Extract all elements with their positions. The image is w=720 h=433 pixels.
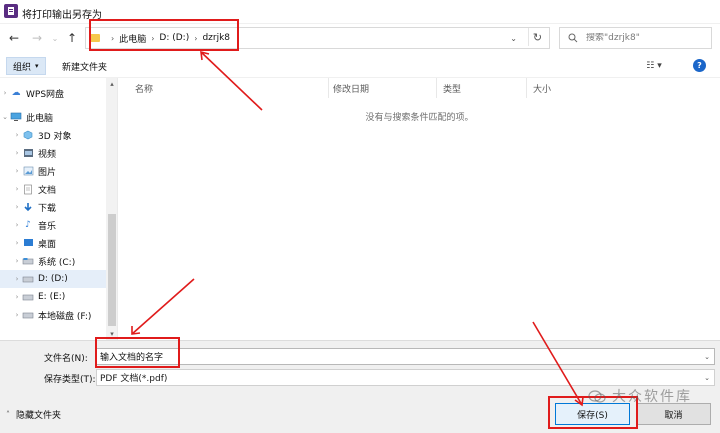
sidebar-item-label: 图片: [38, 167, 57, 178]
recent-locations-button[interactable]: ⌄: [47, 30, 63, 46]
search-box[interactable]: [559, 27, 712, 49]
watermark-logo-icon: [588, 390, 606, 403]
picture-icon: [22, 166, 34, 177]
document-icon: [22, 184, 34, 195]
hide-folders-toggle[interactable]: ˄ 隐藏文件夹: [6, 408, 61, 421]
sidebar-scroll-thumb[interactable]: [108, 214, 116, 326]
sidebar-item-downloads[interactable]: › 下载: [0, 198, 106, 216]
expand-icon[interactable]: ›: [12, 221, 22, 229]
desktop-icon: [22, 238, 34, 249]
sidebar-item-3d-objects[interactable]: › 3D 对象: [0, 126, 106, 144]
sidebar-item-label: D: (D:): [38, 274, 68, 284]
expand-icon[interactable]: ›: [12, 293, 22, 301]
up-button[interactable]: ↑: [64, 30, 80, 46]
refresh-button[interactable]: ↻: [528, 28, 546, 46]
cancel-button[interactable]: 取消: [636, 403, 711, 425]
expand-icon[interactable]: ›: [12, 257, 22, 265]
expand-icon[interactable]: ›: [0, 89, 10, 97]
cube-icon: [22, 130, 34, 141]
sidebar-item-drive-d[interactable]: › D: (D:): [0, 270, 106, 288]
address-history-dropdown-icon[interactable]: ⌄: [510, 34, 517, 43]
command-bar: 组织 ▾ 新建文件夹 ☷ ▾ ?: [0, 54, 720, 78]
sidebar-item-label: 视频: [38, 149, 57, 160]
sidebar-item-label: 音乐: [38, 221, 57, 232]
back-button[interactable]: ←: [6, 30, 22, 46]
drive-icon: [22, 310, 34, 321]
sidebar-item-label: 桌面: [38, 239, 57, 250]
forward-button[interactable]: →: [29, 30, 45, 46]
sidebar-item-wps-cloud[interactable]: › ☁ WPS网盘: [0, 84, 106, 102]
download-icon: [22, 202, 34, 213]
cloud-icon: ☁: [11, 88, 21, 98]
sidebar-item-label: 3D 对象: [38, 131, 72, 142]
sidebar-item-drive-c[interactable]: › 系统 (C:): [0, 252, 106, 270]
chevron-down-icon[interactable]: ⌄: [704, 374, 710, 382]
search-icon: [568, 33, 578, 43]
column-header-size[interactable]: 大小: [527, 78, 617, 98]
column-header-name[interactable]: 名称: [129, 78, 329, 98]
sidebar-item-this-pc[interactable]: ⌄ 此电脑: [0, 108, 106, 126]
expand-icon[interactable]: ›: [12, 185, 22, 193]
organize-button[interactable]: 组织 ▾: [6, 57, 46, 75]
app-icon: [4, 4, 18, 18]
collapse-icon[interactable]: ⌄: [0, 113, 10, 121]
expand-icon[interactable]: ›: [12, 167, 22, 175]
filename-label: 文件名(N):: [44, 354, 88, 364]
sidebar-item-music[interactable]: › ♪ 音乐: [0, 216, 106, 234]
help-button[interactable]: ?: [693, 59, 706, 72]
sidebar-item-documents[interactable]: › 文档: [0, 180, 106, 198]
caret-up-icon: ˄: [6, 410, 10, 419]
drive-icon: [22, 274, 34, 285]
expand-icon[interactable]: ›: [12, 275, 22, 283]
sidebar-item-label: 此电脑: [26, 113, 54, 124]
watermark: 大众软件库: [588, 386, 692, 406]
sidebar-item-drive-f[interactable]: › 本地磁盘 (F:): [0, 306, 106, 324]
expand-icon[interactable]: ›: [12, 239, 22, 247]
empty-folder-message: 没有与搜索条件匹配的项。: [365, 113, 474, 123]
annotation-box-filename: [95, 337, 180, 368]
video-icon: [22, 148, 34, 159]
music-icon: ♪: [25, 220, 31, 230]
chevron-down-icon[interactable]: ⌄: [704, 353, 710, 361]
navigation-pane: › ☁ WPS网盘 ⌄ 此电脑 › 3D 对象 › 视频 › 图片 › 文档 ›…: [0, 78, 118, 340]
search-input[interactable]: [586, 33, 696, 43]
sidebar-item-label: E: (E:): [38, 292, 66, 302]
scroll-up-icon[interactable]: ▴: [106, 78, 117, 90]
filetype-label: 保存类型(T):: [44, 375, 96, 385]
drive-icon: [22, 292, 34, 303]
watermark-text: 大众软件库: [612, 389, 692, 405]
change-view-button[interactable]: ☷ ▾: [640, 59, 668, 73]
filetype-value: PDF 文档(*.pdf): [100, 374, 168, 384]
drive-icon: [22, 256, 34, 267]
sidebar-item-label: 本地磁盘 (F:): [38, 311, 92, 322]
hide-folders-label: 隐藏文件夹: [16, 411, 62, 421]
expand-icon[interactable]: ›: [12, 311, 22, 319]
sidebar-item-label: WPS网盘: [26, 89, 65, 100]
annotation-box-address: [89, 19, 239, 51]
expand-icon[interactable]: ›: [12, 203, 22, 211]
filetype-select[interactable]: PDF 文档(*.pdf) ⌄: [96, 369, 715, 386]
new-folder-button[interactable]: 新建文件夹: [56, 57, 113, 75]
filename-field[interactable]: ⌄: [96, 348, 715, 365]
sidebar-item-videos[interactable]: › 视频: [0, 144, 106, 162]
expand-icon[interactable]: ›: [12, 131, 22, 139]
filename-input[interactable]: [100, 351, 690, 362]
caret-down-icon: ▾: [35, 62, 39, 70]
expand-icon[interactable]: ›: [12, 149, 22, 157]
sidebar-item-label: 系统 (C:): [38, 257, 76, 268]
column-header-type[interactable]: 类型: [437, 78, 527, 98]
column-header-modified[interactable]: 修改日期: [327, 78, 437, 98]
file-list: 名称 修改日期 类型 大小 没有与搜索条件匹配的项。: [119, 78, 720, 340]
sidebar-item-pictures[interactable]: › 图片: [0, 162, 106, 180]
organize-label: 组织: [13, 62, 32, 73]
sidebar-item-label: 下载: [38, 203, 57, 214]
sidebar-item-desktop[interactable]: › 桌面: [0, 234, 106, 252]
computer-icon: [10, 112, 22, 123]
sidebar-item-drive-e[interactable]: › E: (E:): [0, 288, 106, 306]
sidebar-item-label: 文档: [38, 185, 57, 196]
